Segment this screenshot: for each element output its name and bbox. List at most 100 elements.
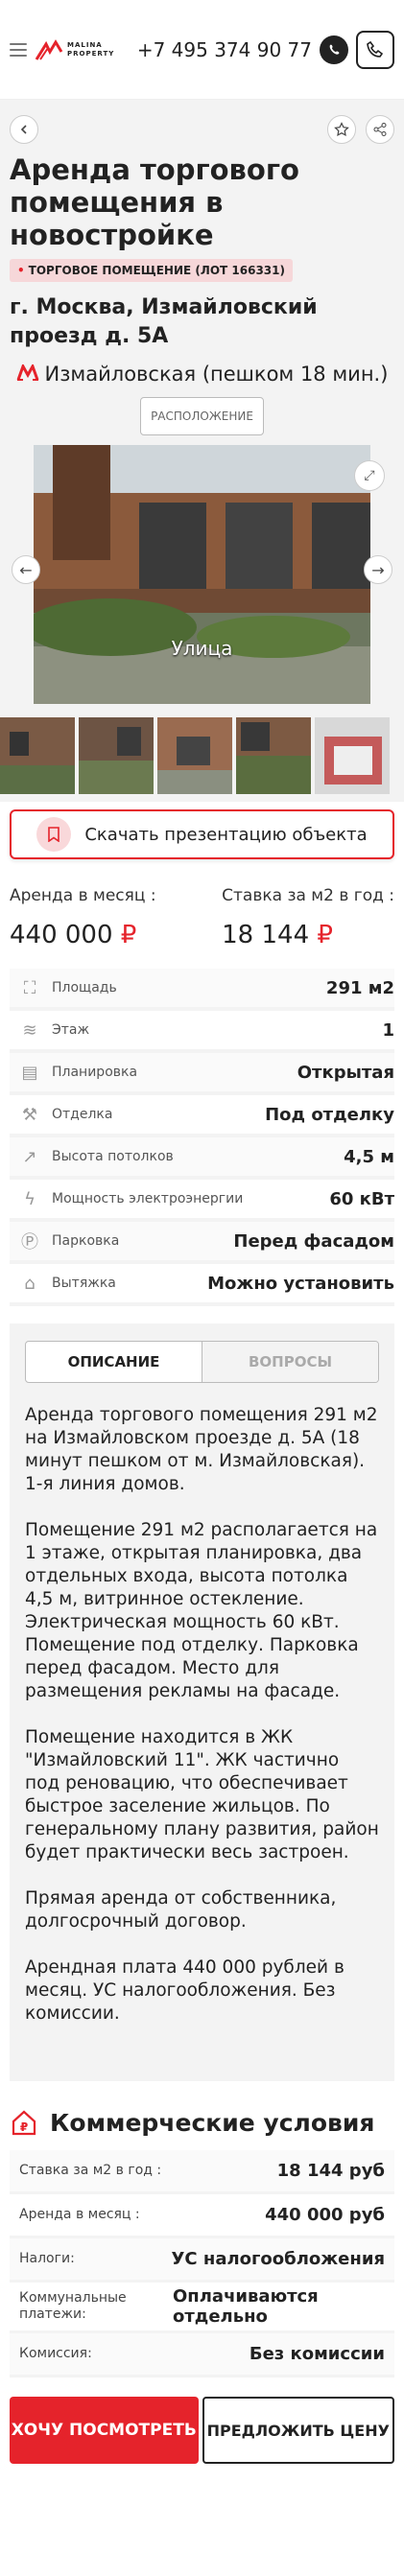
tab-questions[interactable]: ВОПРОСЫ	[202, 1342, 378, 1382]
share-icon	[373, 123, 387, 136]
parameter-label: Этаж	[52, 1022, 90, 1038]
share-button[interactable]	[366, 115, 394, 144]
tabs: ОПИСАНИЕ ВОПРОСЫ	[25, 1341, 379, 1383]
parking-icon: Ⓟ	[21, 1232, 38, 1253]
logo[interactable]: MALINA PROPERTY	[35, 38, 114, 61]
parameter-row: ϟ Мощность электроэнергии 60 кВт	[10, 1180, 394, 1222]
ruble-icon: ₽	[317, 921, 333, 949]
location-button[interactable]: РАСПОЛОЖЕНИЕ	[140, 397, 264, 435]
thumbnail[interactable]	[79, 717, 154, 794]
want-to-view-button[interactable]: ХОЧУ ПОСМОТРЕТЬ	[10, 2397, 199, 2464]
main-photo: Улица	[34, 445, 370, 704]
parameter-row: ≋ Этаж 1	[10, 1011, 394, 1053]
term-label: Аренда в месяц :	[19, 2207, 140, 2222]
thumbnail-strip	[0, 714, 404, 802]
description-text: Аренда торгового помещения 291 м2 на Изм…	[25, 1404, 379, 2026]
hood-icon: ⌂	[24, 1273, 36, 1294]
metro-text: Измайловская (пешком 18 мин.)	[44, 363, 389, 386]
description-paragraph: Помещение находится в ЖК "Измайловский 1…	[25, 1727, 379, 1862]
rate-per-m2-label: Ставка за м2 в год :	[222, 886, 394, 905]
download-presentation-button[interactable]: Скачать презентацию объекта	[10, 809, 394, 859]
term-value: 18 144 руб	[276, 2161, 385, 2181]
commercial-term-row: Комиссия: Без комиссии	[10, 2333, 394, 2377]
term-label: Коммунальные платежи:	[19, 2290, 127, 2322]
site-header: MALINA PROPERTY +7 495 374 90 77	[0, 0, 404, 100]
logo-text-line2: PROPERTY	[67, 49, 115, 58]
star-icon	[334, 122, 349, 137]
parameter-row: ↗ Высота потолков 4,5 м	[10, 1137, 394, 1180]
parameter-row: Ⓟ Парковка Перед фасадом	[10, 1222, 394, 1264]
menu-icon[interactable]	[10, 42, 27, 57]
parameter-value: 291 м2	[325, 977, 394, 998]
parameter-row: ⌂ Вытяжка Можно установить	[10, 1264, 394, 1306]
parameter-value: 60 кВт	[329, 1188, 394, 1209]
parameter-value: Можно установить	[207, 1273, 394, 1294]
ceiling-height-icon: ↗	[22, 1146, 37, 1167]
monthly-rent-value: 440 000	[10, 921, 113, 949]
parameter-value: Открытая	[297, 1062, 394, 1083]
floor-icon: ≋	[22, 1019, 37, 1041]
address: г. Москва, Измайловский проезд д. 5А	[10, 295, 318, 348]
parameter-label: Мощность электроэнергии	[52, 1191, 244, 1206]
parameter-value: Под отделку	[265, 1104, 394, 1125]
metro-info: Измайловская (пешком 18 мин.)	[10, 361, 394, 387]
download-presentation-label: Скачать презентацию объекта	[84, 824, 368, 845]
commercial-term-row: Аренда в месяц : 440 000 руб	[10, 2194, 394, 2238]
logo-text-line1: MALINA	[67, 40, 103, 49]
parameter-label: Вытяжка	[52, 1276, 116, 1291]
parameter-label: Высота потолков	[52, 1149, 174, 1164]
description-paragraph: Аренда торгового помещения 291 м2 на Изм…	[25, 1405, 378, 1494]
svg-text:₽: ₽	[20, 2120, 28, 2134]
logo-mark-icon	[35, 38, 63, 60]
description-paragraph: Арендная плата 440 000 рублей в месяц. У…	[25, 1957, 345, 2024]
finishing-icon: ⚒	[21, 1104, 38, 1125]
term-label: Комиссия:	[19, 2346, 92, 2361]
thumbnail[interactable]	[157, 717, 232, 794]
back-button[interactable]	[10, 115, 38, 144]
commercial-terms-heading: ₽ Коммерческие условия	[0, 2081, 404, 2150]
offer-price-button[interactable]: ПРЕДЛОЖИТЬ ЦЕНУ	[202, 2397, 394, 2464]
phone-icon	[367, 40, 384, 58]
bookmark-icon	[36, 817, 72, 852]
parameter-row: ⚒ Отделка Под отделку	[10, 1095, 394, 1137]
term-value: УС налогообложения	[171, 2249, 385, 2269]
parameter-label: Планировка	[52, 1065, 138, 1080]
parameter-label: Отделка	[52, 1107, 113, 1122]
rate-per-m2-value: 18 144	[222, 921, 310, 949]
photo-gallery[interactable]: Улица ⤢ ← →	[10, 445, 394, 704]
favorite-button[interactable]	[327, 115, 356, 144]
commercial-terms-title: Коммерческие условия	[50, 2108, 375, 2137]
description-paragraph: Помещение 291 м2 располагается на 1 этаж…	[25, 1520, 378, 1701]
lot-badge: ТОРГОВОЕ ПОМЕЩЕНИЕ (ЛОТ 166331)	[10, 259, 293, 282]
whatsapp-icon[interactable]	[320, 35, 348, 64]
call-button[interactable]	[356, 30, 394, 69]
action-bar: ХОЧУ ПОСМОТРЕТЬ ПРЕДЛОЖИТЬ ЦЕНУ	[0, 2377, 404, 2464]
parameter-row: ▤ Планировка Открытая	[10, 1053, 394, 1095]
description-card: ОПИСАНИЕ ВОПРОСЫ Аренда торгового помеще…	[10, 1323, 394, 2081]
gallery-next-button[interactable]: →	[364, 555, 392, 584]
thumbnail[interactable]	[315, 717, 390, 794]
parameter-value: 1	[382, 1019, 394, 1041]
thumbnail[interactable]	[0, 717, 75, 794]
commercial-term-row: Ставка за м2 в год : 18 144 руб	[10, 2150, 394, 2194]
parameter-label: Парковка	[52, 1233, 120, 1249]
listing-header: Аренда торгового помещения в новостройке…	[0, 100, 404, 714]
commercial-term-row: Налоги: УС налогообложения	[10, 2238, 394, 2283]
description-paragraph: Прямая аренда от собственника, долгосроч…	[25, 1888, 337, 1932]
thumbnail[interactable]	[236, 717, 311, 794]
tab-description[interactable]: ОПИСАНИЕ	[26, 1342, 202, 1382]
commercial-term-row: Коммунальные платежи: Оплачиваются отдель…	[10, 2283, 394, 2333]
fullscreen-icon[interactable]: ⤢	[354, 460, 385, 491]
layout-icon: ▤	[21, 1062, 38, 1083]
monthly-rent-label: Аренда в месяц :	[10, 886, 156, 905]
parameter-row: ⛶ Площадь 291 м2	[10, 969, 394, 1011]
term-label: Налоги:	[19, 2251, 75, 2266]
area-icon: ⛶	[23, 977, 36, 998]
gallery-prev-button[interactable]: ←	[12, 555, 40, 584]
phone-number[interactable]: +7 495 374 90 77	[137, 38, 312, 61]
term-label: Ставка за м2 в год :	[19, 2163, 162, 2178]
metro-icon	[16, 361, 39, 387]
parameter-value: Перед фасадом	[233, 1230, 394, 1252]
parameter-label: Площадь	[52, 980, 117, 995]
ruble-icon: ₽	[120, 921, 137, 949]
